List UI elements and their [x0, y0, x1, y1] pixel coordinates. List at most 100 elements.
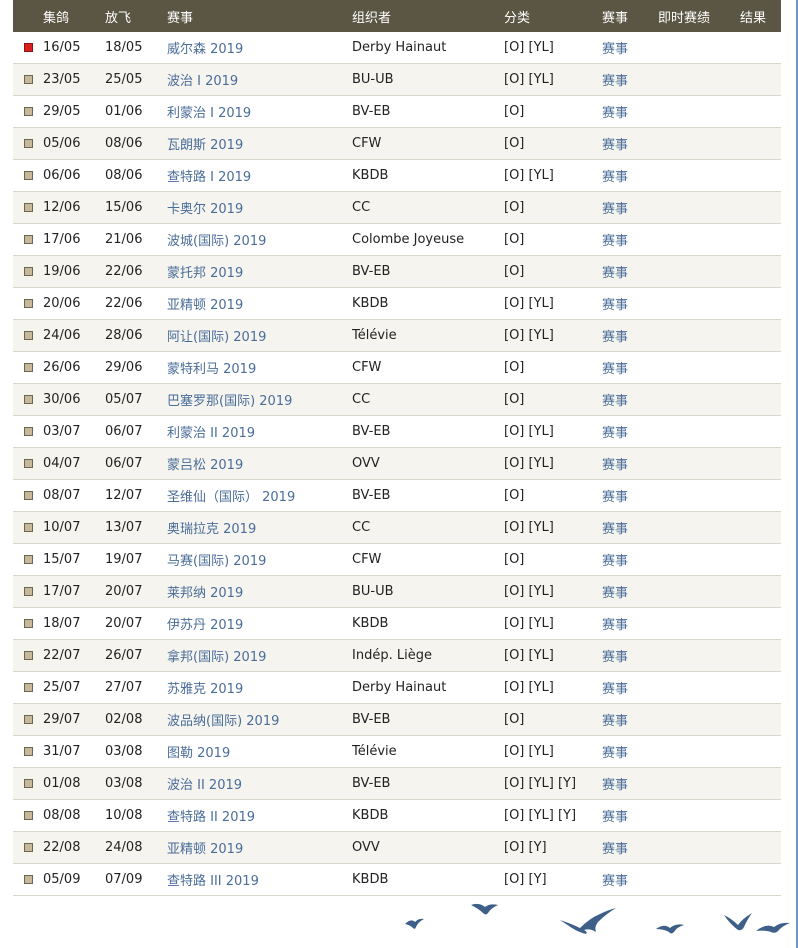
- race-detail-link[interactable]: 赛事: [602, 138, 628, 153]
- race-name-link[interactable]: 苏雅克 2019: [167, 682, 243, 697]
- race-detail-link[interactable]: 赛事: [602, 650, 628, 665]
- race-name-link[interactable]: 蒙托邦 2019: [167, 266, 243, 281]
- header-category[interactable]: 分类: [504, 7, 602, 26]
- race-detail-link[interactable]: 赛事: [602, 266, 628, 281]
- race-name-link[interactable]: 卡奥尔 2019: [167, 202, 243, 217]
- release-date: 08/06: [105, 168, 143, 183]
- race-detail-link[interactable]: 赛事: [602, 330, 628, 345]
- row-marker-icon[interactable]: [23, 683, 33, 692]
- row-marker-icon[interactable]: [23, 811, 33, 820]
- row-marker-icon[interactable]: [23, 75, 33, 84]
- race-detail-link[interactable]: 赛事: [602, 746, 628, 761]
- race-name-link[interactable]: 图勒 2019: [167, 746, 230, 761]
- category: [O] [Y]: [504, 872, 547, 887]
- row-marker-icon[interactable]: [23, 491, 33, 500]
- race-detail-link[interactable]: 赛事: [602, 490, 628, 505]
- row-marker-icon[interactable]: [23, 843, 33, 852]
- row-marker-icon[interactable]: [23, 587, 33, 596]
- race-name-link[interactable]: 阿让(国际) 2019: [167, 330, 266, 345]
- race-name-link[interactable]: 查特路 I 2019: [167, 170, 251, 185]
- collect-date: 15/07: [43, 552, 81, 567]
- row-marker-icon[interactable]: [23, 363, 33, 372]
- row-marker-icon[interactable]: [23, 427, 33, 436]
- row-marker-icon[interactable]: [23, 139, 33, 148]
- race-name-link[interactable]: 亚精顿 2019: [167, 298, 243, 313]
- race-detail-link[interactable]: 赛事: [602, 778, 628, 793]
- row-marker-cell: [13, 139, 43, 148]
- row-marker-icon[interactable]: [23, 619, 33, 628]
- table-row: 25/07 27/07 苏雅克 2019 Derby Hainaut [O] […: [13, 672, 781, 704]
- race-name-link[interactable]: 圣维仙（国际） 2019: [167, 490, 295, 505]
- race-name-link[interactable]: 利蒙治 I 2019: [167, 106, 251, 121]
- race-name-link[interactable]: 波城(国际) 2019: [167, 234, 266, 249]
- row-marker-icon[interactable]: [23, 203, 33, 212]
- row-marker-icon[interactable]: [23, 459, 33, 468]
- race-name-link[interactable]: 查特路 III 2019: [167, 874, 259, 889]
- header-results[interactable]: 结果: [740, 7, 780, 26]
- race-detail-link[interactable]: 赛事: [602, 842, 628, 857]
- collect-date: 17/06: [43, 232, 81, 247]
- header-live-results[interactable]: 即时赛绩: [658, 7, 740, 26]
- race-name-link[interactable]: 蒙特利马 2019: [167, 362, 256, 377]
- race-name-link[interactable]: 伊苏丹 2019: [167, 618, 243, 633]
- row-marker-icon[interactable]: [23, 331, 33, 340]
- row-marker-icon[interactable]: [23, 715, 33, 724]
- race-detail-link[interactable]: 赛事: [602, 42, 628, 57]
- row-marker-icon[interactable]: [23, 523, 33, 532]
- row-marker-icon[interactable]: [23, 267, 33, 276]
- collect-date: 25/07: [43, 680, 81, 695]
- row-marker-icon[interactable]: [23, 43, 33, 52]
- race-name-link[interactable]: 马赛(国际) 2019: [167, 554, 266, 569]
- race-name-link[interactable]: 瓦朗斯 2019: [167, 138, 243, 153]
- race-name-link[interactable]: 查特路 II 2019: [167, 810, 255, 825]
- row-marker-icon[interactable]: [23, 299, 33, 308]
- race-detail-link[interactable]: 赛事: [602, 522, 628, 537]
- race-detail-link[interactable]: 赛事: [602, 618, 628, 633]
- race-detail-link[interactable]: 赛事: [602, 298, 628, 313]
- collect-date: 20/06: [43, 296, 81, 311]
- row-marker-icon[interactable]: [23, 747, 33, 756]
- race-detail-link[interactable]: 赛事: [602, 170, 628, 185]
- row-marker-icon[interactable]: [23, 235, 33, 244]
- race-detail-link[interactable]: 赛事: [602, 874, 628, 889]
- row-marker-icon[interactable]: [23, 395, 33, 404]
- race-detail-link[interactable]: 赛事: [602, 202, 628, 217]
- race-detail-link[interactable]: 赛事: [602, 106, 628, 121]
- race-name-link[interactable]: 奥瑞拉克 2019: [167, 522, 256, 537]
- row-marker-icon[interactable]: [23, 107, 33, 116]
- race-name-link[interactable]: 亚精顿 2019: [167, 842, 243, 857]
- race-detail-link[interactable]: 赛事: [602, 458, 628, 473]
- race-name-link[interactable]: 巴塞罗那(国际) 2019: [167, 394, 292, 409]
- organizer: BV-EB: [352, 776, 391, 791]
- race-detail-link[interactable]: 赛事: [602, 426, 628, 441]
- header-collect[interactable]: 集鸽: [43, 7, 105, 26]
- row-marker-icon[interactable]: [23, 875, 33, 884]
- race-detail-link[interactable]: 赛事: [602, 682, 628, 697]
- row-marker-icon[interactable]: [23, 171, 33, 180]
- race-detail-link[interactable]: 赛事: [602, 394, 628, 409]
- race-name-link[interactable]: 利蒙治 II 2019: [167, 426, 255, 441]
- collect-date: 24/06: [43, 328, 81, 343]
- race-detail-link[interactable]: 赛事: [602, 74, 628, 89]
- race-name-link[interactable]: 波治 I 2019: [167, 74, 238, 89]
- race-name-link[interactable]: 莱邦纳 2019: [167, 586, 243, 601]
- row-marker-cell: [13, 715, 43, 724]
- race-name-link[interactable]: 拿邦(国际) 2019: [167, 650, 266, 665]
- row-marker-icon[interactable]: [23, 555, 33, 564]
- race-name-link[interactable]: 威尔森 2019: [167, 42, 243, 57]
- header-race-link[interactable]: 赛事: [602, 7, 658, 26]
- race-name-link[interactable]: 波品纳(国际) 2019: [167, 714, 279, 729]
- header-release[interactable]: 放飞: [105, 7, 167, 26]
- race-detail-link[interactable]: 赛事: [602, 810, 628, 825]
- row-marker-icon[interactable]: [23, 651, 33, 660]
- race-name-link[interactable]: 波治 II 2019: [167, 778, 242, 793]
- race-name-link[interactable]: 蒙吕松 2019: [167, 458, 243, 473]
- header-race[interactable]: 赛事: [167, 7, 352, 26]
- race-detail-link[interactable]: 赛事: [602, 554, 628, 569]
- header-organizer[interactable]: 组织者: [352, 7, 504, 26]
- row-marker-icon[interactable]: [23, 779, 33, 788]
- race-detail-link[interactable]: 赛事: [602, 362, 628, 377]
- race-detail-link[interactable]: 赛事: [602, 234, 628, 249]
- race-detail-link[interactable]: 赛事: [602, 714, 628, 729]
- race-detail-link[interactable]: 赛事: [602, 586, 628, 601]
